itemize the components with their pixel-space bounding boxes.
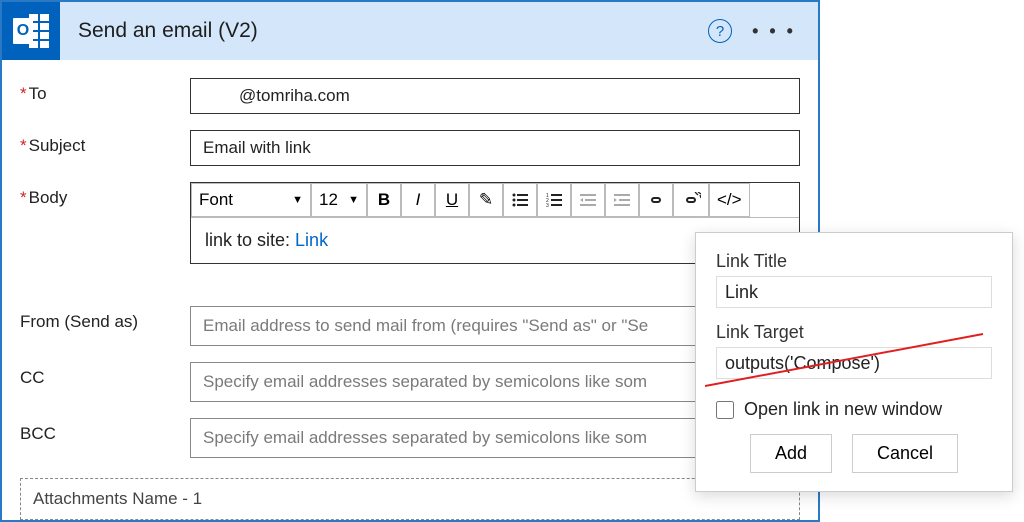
label-from: From (Send as) xyxy=(20,312,138,331)
outdent-button[interactable] xyxy=(571,183,605,217)
help-icon[interactable]: ? xyxy=(708,19,732,43)
label-to: To xyxy=(29,84,47,103)
rte-toolbar: Font▼ 12▼ B I U ✎ 123 xyxy=(191,183,799,218)
label-body: Body xyxy=(29,188,68,207)
color-button[interactable]: ✎ xyxy=(469,183,503,217)
link-popup: Link Title Link Target Open link in new … xyxy=(695,232,1013,492)
label-cc: CC xyxy=(20,368,45,387)
label-subject: Subject xyxy=(29,136,86,155)
row-body: *Body Font▼ 12▼ B I U ✎ 123 xyxy=(20,182,800,290)
body-link[interactable]: Link xyxy=(295,230,328,250)
outlook-icon: O xyxy=(2,2,60,60)
card-title: Send an email (V2) xyxy=(78,19,708,43)
row-subject: *Subject xyxy=(20,130,800,166)
label-bcc: BCC xyxy=(20,424,56,443)
bold-button[interactable]: B xyxy=(367,183,401,217)
subject-input[interactable] xyxy=(190,130,800,166)
card-header: O Send an email (V2) ? • • • xyxy=(2,2,818,60)
ellipsis-menu-icon[interactable]: • • • xyxy=(752,21,796,42)
row-bcc: BCC xyxy=(20,418,800,458)
body-text: link to site: xyxy=(205,230,295,250)
indent-button[interactable] xyxy=(605,183,639,217)
link-title-label: Link Title xyxy=(716,251,992,272)
unlink-button[interactable] xyxy=(673,183,709,217)
code-view-button[interactable]: </> xyxy=(709,183,750,217)
open-new-window-row[interactable]: Open link in new window xyxy=(716,399,992,420)
svg-text:3: 3 xyxy=(546,203,549,207)
link-target-label: Link Target xyxy=(716,322,992,343)
open-new-window-label: Open link in new window xyxy=(744,399,942,420)
link-button[interactable] xyxy=(639,183,673,217)
italic-button[interactable]: I xyxy=(401,183,435,217)
attachments-section[interactable]: Attachments Name - 1 xyxy=(20,478,800,520)
to-input[interactable] xyxy=(190,78,800,114)
bullet-list-button[interactable] xyxy=(503,183,537,217)
font-selector[interactable]: Font▼ xyxy=(191,183,311,217)
link-target-input[interactable] xyxy=(716,347,992,379)
attachments-label: Attachments Name - 1 xyxy=(33,489,202,508)
underline-button[interactable]: U xyxy=(435,183,469,217)
add-button[interactable]: Add xyxy=(750,434,832,473)
font-size-selector[interactable]: 12▼ xyxy=(311,183,367,217)
row-cc: CC xyxy=(20,362,800,402)
link-title-input[interactable] xyxy=(716,276,992,308)
cancel-button[interactable]: Cancel xyxy=(852,434,958,473)
open-new-window-checkbox[interactable] xyxy=(716,401,734,419)
number-list-button[interactable]: 123 xyxy=(537,183,571,217)
row-from: From (Send as) xyxy=(20,306,800,346)
row-to: *To xyxy=(20,78,800,114)
